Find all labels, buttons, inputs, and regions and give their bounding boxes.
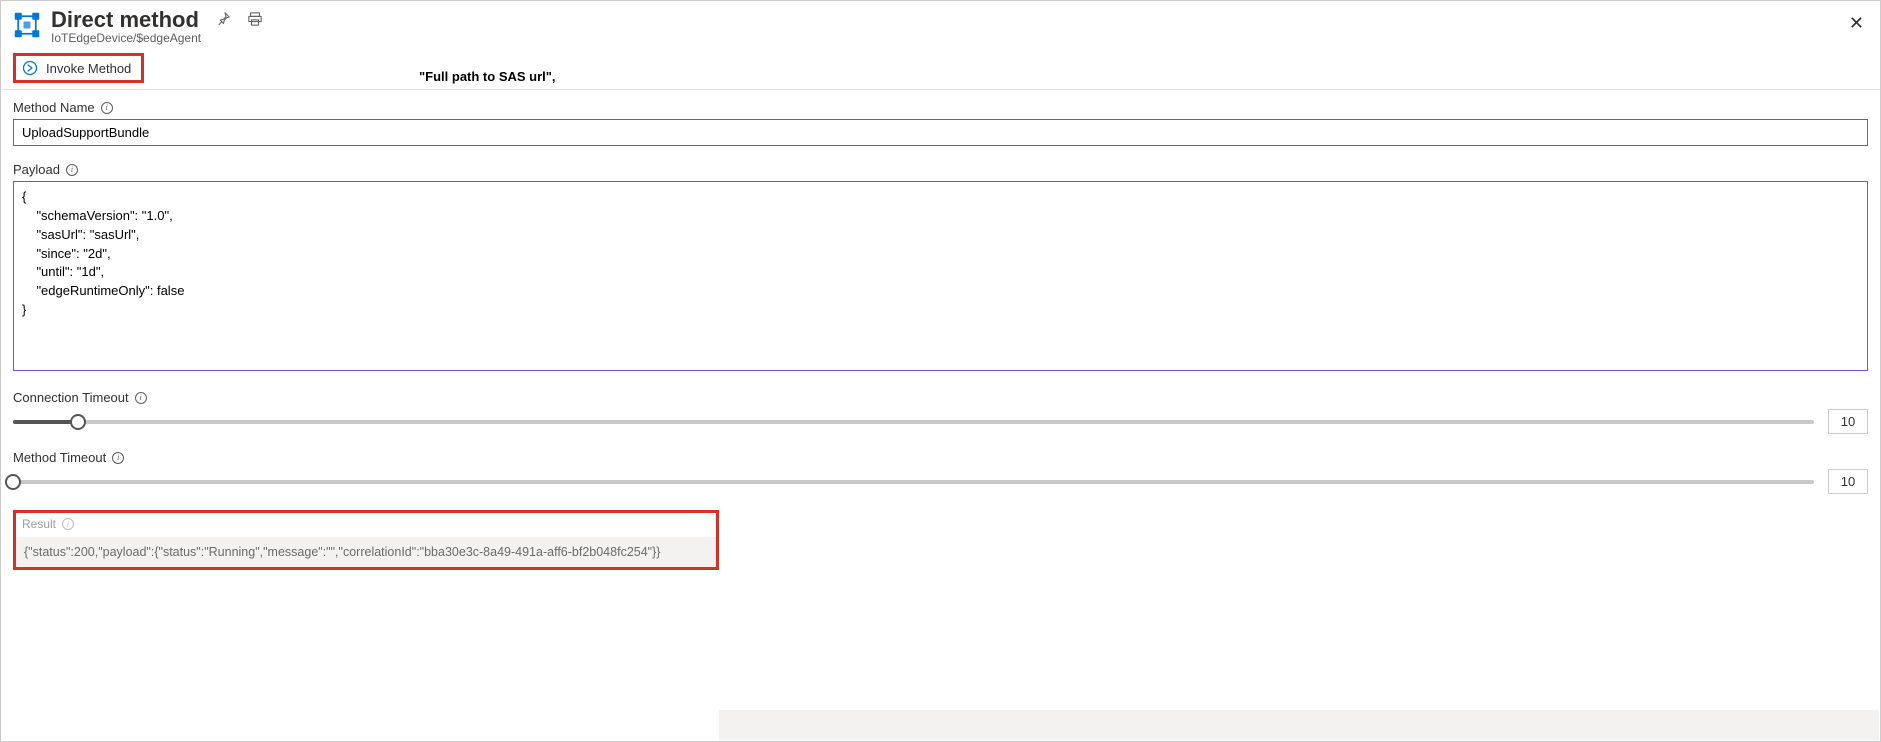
info-icon[interactable]: i (101, 102, 113, 114)
content: Method Name i Payload i Connection Timeo… (1, 90, 1880, 570)
method-timeout-slider[interactable] (13, 472, 1814, 492)
info-icon[interactable]: i (112, 452, 124, 464)
result-section: Result i {"status":200,"payload":{"statu… (13, 510, 719, 570)
payload-label: Payload (13, 162, 60, 177)
result-output: {"status":200,"payload":{"status":"Runni… (24, 545, 708, 559)
connection-timeout-slider[interactable] (13, 412, 1814, 432)
invoke-icon (22, 60, 38, 76)
connection-timeout-value[interactable]: 10 (1828, 409, 1868, 434)
breadcrumb: IoTEdgeDevice/$edgeAgent (51, 31, 262, 45)
invoke-method-label: Invoke Method (46, 61, 131, 76)
toolbar: Invoke Method (1, 47, 1880, 90)
result-label: Result (22, 517, 56, 531)
invoke-method-button[interactable]: Invoke Method (13, 53, 144, 83)
blade-header: Direct method IoTEdgeDevice/$edgeAgent ✕ (1, 1, 1880, 47)
payload-field: Payload i (13, 162, 1868, 374)
method-timeout-field: Method Timeout i 10 (13, 450, 1868, 494)
connection-timeout-field: Connection Timeout i 10 (13, 390, 1868, 434)
method-name-label: Method Name (13, 100, 95, 115)
floating-note: "Full path to SAS url", (419, 69, 556, 84)
close-icon[interactable]: ✕ (1849, 13, 1864, 34)
print-icon[interactable] (248, 12, 262, 29)
info-icon[interactable]: i (62, 518, 74, 530)
info-icon[interactable]: i (135, 392, 147, 404)
direct-method-icon (13, 11, 41, 39)
info-icon[interactable]: i (66, 164, 78, 176)
page-title: Direct method (51, 7, 199, 33)
method-timeout-label: Method Timeout (13, 450, 106, 465)
title-block: Direct method IoTEdgeDevice/$edgeAgent (51, 7, 262, 45)
method-timeout-value[interactable]: 10 (1828, 469, 1868, 494)
connection-timeout-label: Connection Timeout (13, 390, 129, 405)
method-name-field: Method Name i (13, 100, 1868, 146)
pin-icon[interactable] (217, 12, 230, 28)
method-name-input[interactable] (13, 119, 1868, 146)
footer-bg (719, 710, 1879, 740)
payload-input[interactable] (13, 181, 1868, 371)
